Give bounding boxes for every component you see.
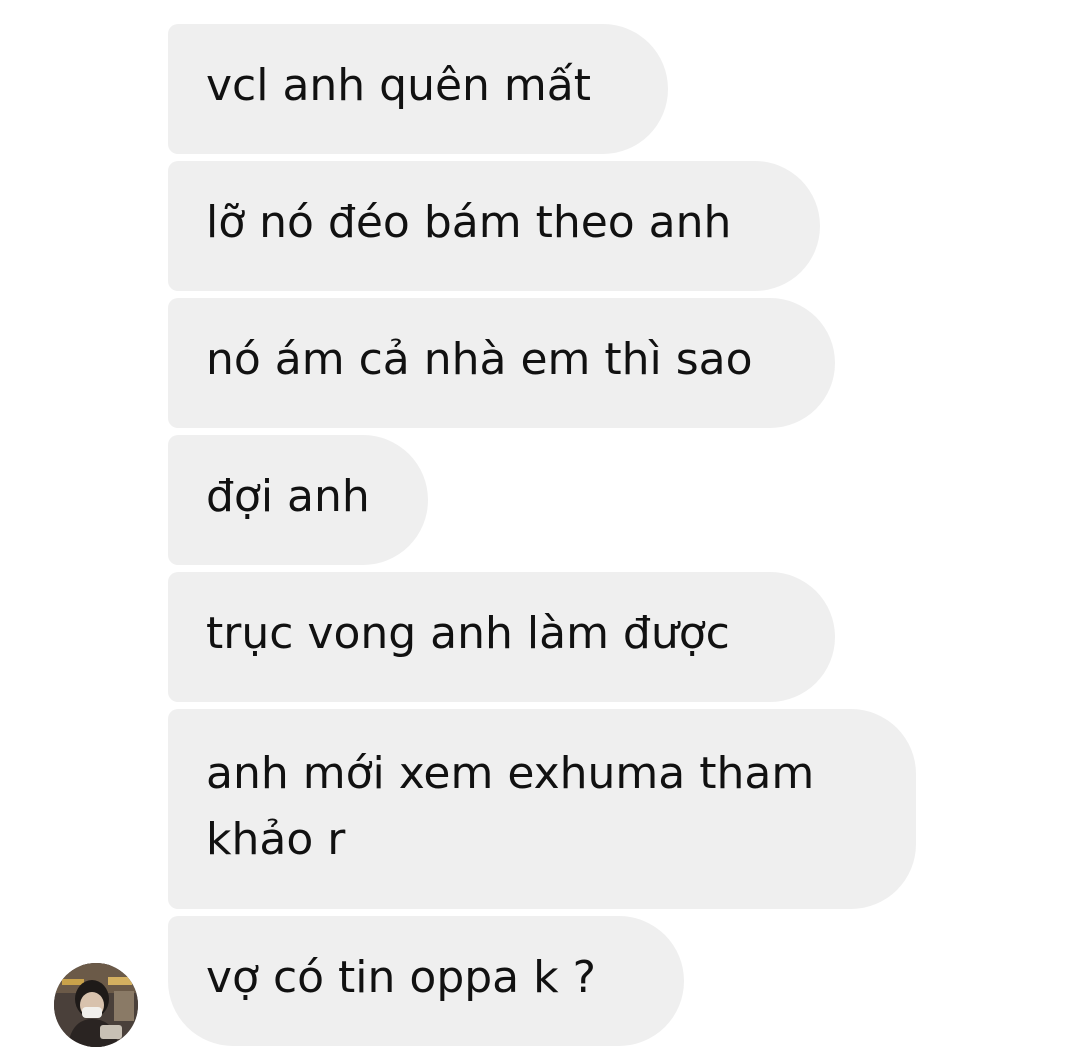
message-bubble[interactable]: anh mới xem exhuma tham khảo r bbox=[168, 709, 916, 909]
avatar-photo-icon bbox=[54, 963, 138, 1047]
profile-photo-avatar[interactable] bbox=[54, 963, 138, 1047]
message-text: anh mới xem exhuma tham khảo r bbox=[206, 748, 815, 865]
message-thread: vcl anh quên mất lỡ nó đéo bám theo anh … bbox=[0, 0, 1080, 1061]
message-bubble[interactable]: trục vong anh làm được bbox=[168, 572, 835, 702]
message-text: trục vong anh làm được bbox=[206, 608, 730, 659]
message-bubble[interactable]: nó ám cả nhà em thì sao bbox=[168, 298, 835, 428]
message-bubble[interactable]: vcl anh quên mất bbox=[168, 24, 668, 154]
message-bubble[interactable]: vợ có tin oppa k ? bbox=[168, 916, 684, 1046]
message-text: lỡ nó đéo bám theo anh bbox=[206, 197, 732, 248]
message-text: vcl anh quên mất bbox=[206, 60, 591, 111]
message-text: vợ có tin oppa k ? bbox=[206, 952, 596, 1003]
message-text: đợi anh bbox=[206, 471, 370, 522]
message-bubble[interactable]: đợi anh bbox=[168, 435, 428, 565]
message-bubble[interactable]: lỡ nó đéo bám theo anh bbox=[168, 161, 820, 291]
message-text: nó ám cả nhà em thì sao bbox=[206, 334, 753, 385]
